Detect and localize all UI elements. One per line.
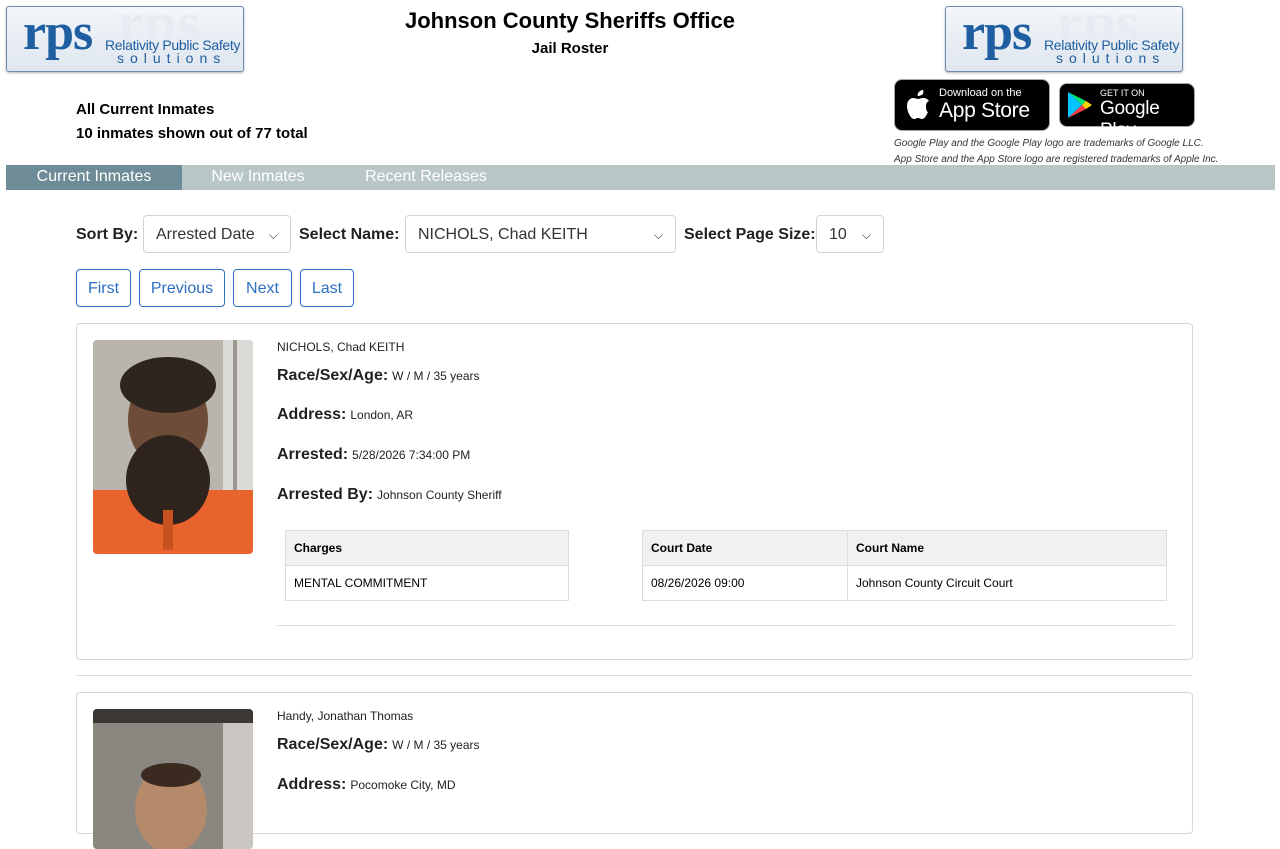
summary-heading: All Current Inmates — [76, 101, 215, 118]
table-header-row: Charges — [285, 530, 569, 566]
nav-bar: Current Inmates New Inmates Recent Relea… — [6, 165, 1275, 190]
arrested: Arrested: 5/28/2026 7:34:00 PM — [277, 446, 470, 464]
address-value: Pocomoke City, MD — [350, 778, 456, 792]
chevron-down-icon: ⌵ — [268, 228, 278, 242]
address-label: Address: — [277, 406, 347, 423]
arrested-by-value: Johnson County Sheriff — [377, 488, 502, 502]
name-value: NICHOLS, Chad KEITH — [418, 226, 588, 243]
app-store-big: App Store — [939, 99, 1030, 122]
logo-line2: solutions — [117, 50, 227, 66]
previous-button[interactable]: Previous — [139, 269, 225, 307]
race-sex-age-value: W / M / 35 years — [392, 738, 480, 752]
tab-recent-releases[interactable]: Recent Releases — [352, 165, 500, 190]
chevron-down-icon: ⌵ — [653, 228, 663, 242]
rps-logo-right: rps rps Relativity Public Safety solutio… — [945, 6, 1183, 72]
summary-count: 10 inmates shown out of 77 total — [76, 125, 308, 142]
app-store-badge[interactable]: Download on the App Store — [894, 79, 1050, 131]
name-select[interactable]: NICHOLS, Chad KEITH ⌵ — [405, 215, 676, 253]
table-header-row: Court Date Court Name — [642, 530, 1167, 566]
page-size-label: Select Page Size: — [684, 226, 816, 243]
page-title: Johnson County Sheriffs Office — [404, 8, 736, 33]
address: Address: London, AR — [277, 406, 413, 424]
address-label: Address: — [277, 776, 347, 793]
race-sex-age: Race/Sex/Age: W / M / 35 years — [277, 367, 480, 385]
sort-select[interactable]: Arrested Date ⌵ — [143, 215, 291, 253]
arrested-value: 5/28/2026 7:34:00 PM — [352, 448, 471, 462]
race-sex-age-value: W / M / 35 years — [392, 369, 480, 383]
table-row: 08/26/2026 09:00 Johnson County Circuit … — [642, 565, 1167, 601]
court-date-cell: 08/26/2026 09:00 — [642, 565, 848, 601]
address: Address: Pocomoke City, MD — [277, 776, 456, 794]
section-divider — [76, 675, 1192, 676]
court-date-header: Court Date — [642, 530, 848, 566]
inmate-name: NICHOLS, Chad KEITH — [277, 340, 405, 354]
card-divider — [277, 625, 1175, 626]
race-sex-age: Race/Sex/Age: W / M / 35 years — [277, 736, 480, 754]
tab-new-inmates[interactable]: New Inmates — [196, 165, 320, 190]
inmate-photo — [93, 340, 253, 554]
name-label: Select Name: — [299, 226, 400, 243]
google-play-big: Google Play — [1100, 98, 1160, 141]
court-name-cell: Johnson County Circuit Court — [847, 565, 1167, 601]
page-size-select[interactable]: 10 ⌵ — [816, 215, 884, 253]
logo-rps: rps — [962, 6, 1032, 61]
rps-logo-left: rps rps Relativity Public Safety solutio… — [6, 6, 244, 72]
app-store-small: Download on the — [939, 87, 1022, 99]
table-row: MENTAL COMMITMENT — [285, 565, 569, 601]
charges-table: Charges MENTAL COMMITMENT — [285, 530, 569, 601]
inmate-card: Handy, Jonathan Thomas Race/Sex/Age: W / … — [76, 692, 1193, 849]
address-value: London, AR — [350, 408, 414, 422]
page-size-value: 10 — [829, 226, 847, 243]
inmate-photo — [93, 709, 253, 849]
charges-header: Charges — [285, 530, 569, 566]
sort-value: Arrested Date — [156, 226, 255, 243]
last-button[interactable]: Last — [300, 269, 354, 307]
race-sex-age-label: Race/Sex/Age: — [277, 736, 389, 753]
sort-label: Sort By: — [76, 226, 139, 243]
google-play-small: GET IT ON — [1100, 88, 1145, 98]
logo-rps: rps — [23, 6, 93, 61]
trademark-apple: App Store and the App Store logo are reg… — [894, 154, 1219, 165]
tab-current-inmates[interactable]: Current Inmates — [6, 165, 182, 190]
charge-cell: MENTAL COMMITMENT — [285, 565, 569, 601]
inmate-name: Handy, Jonathan Thomas — [277, 709, 414, 723]
trademark-google: Google Play and the Google Play logo are… — [894, 138, 1204, 149]
logo-line2: solutions — [1056, 50, 1166, 66]
next-button[interactable]: Next — [233, 269, 292, 307]
chevron-down-icon: ⌵ — [861, 228, 871, 242]
arrested-by: Arrested By: Johnson County Sheriff — [277, 486, 502, 504]
arrested-by-label: Arrested By: — [277, 486, 374, 503]
inmate-card: NICHOLS, Chad KEITH Race/Sex/Age: W / M /… — [76, 323, 1193, 660]
google-play-icon — [1068, 92, 1092, 118]
race-sex-age-label: Race/Sex/Age: — [277, 367, 389, 384]
first-button[interactable]: First — [76, 269, 131, 307]
page-subtitle: Jail Roster — [531, 40, 609, 57]
court-name-header: Court Name — [847, 530, 1167, 566]
apple-icon — [907, 90, 929, 119]
court-table: Court Date Court Name 08/26/2026 09:00 J… — [642, 530, 1167, 601]
google-play-badge[interactable]: GET IT ON Google Play — [1059, 83, 1195, 141]
arrested-label: Arrested: — [277, 446, 349, 463]
